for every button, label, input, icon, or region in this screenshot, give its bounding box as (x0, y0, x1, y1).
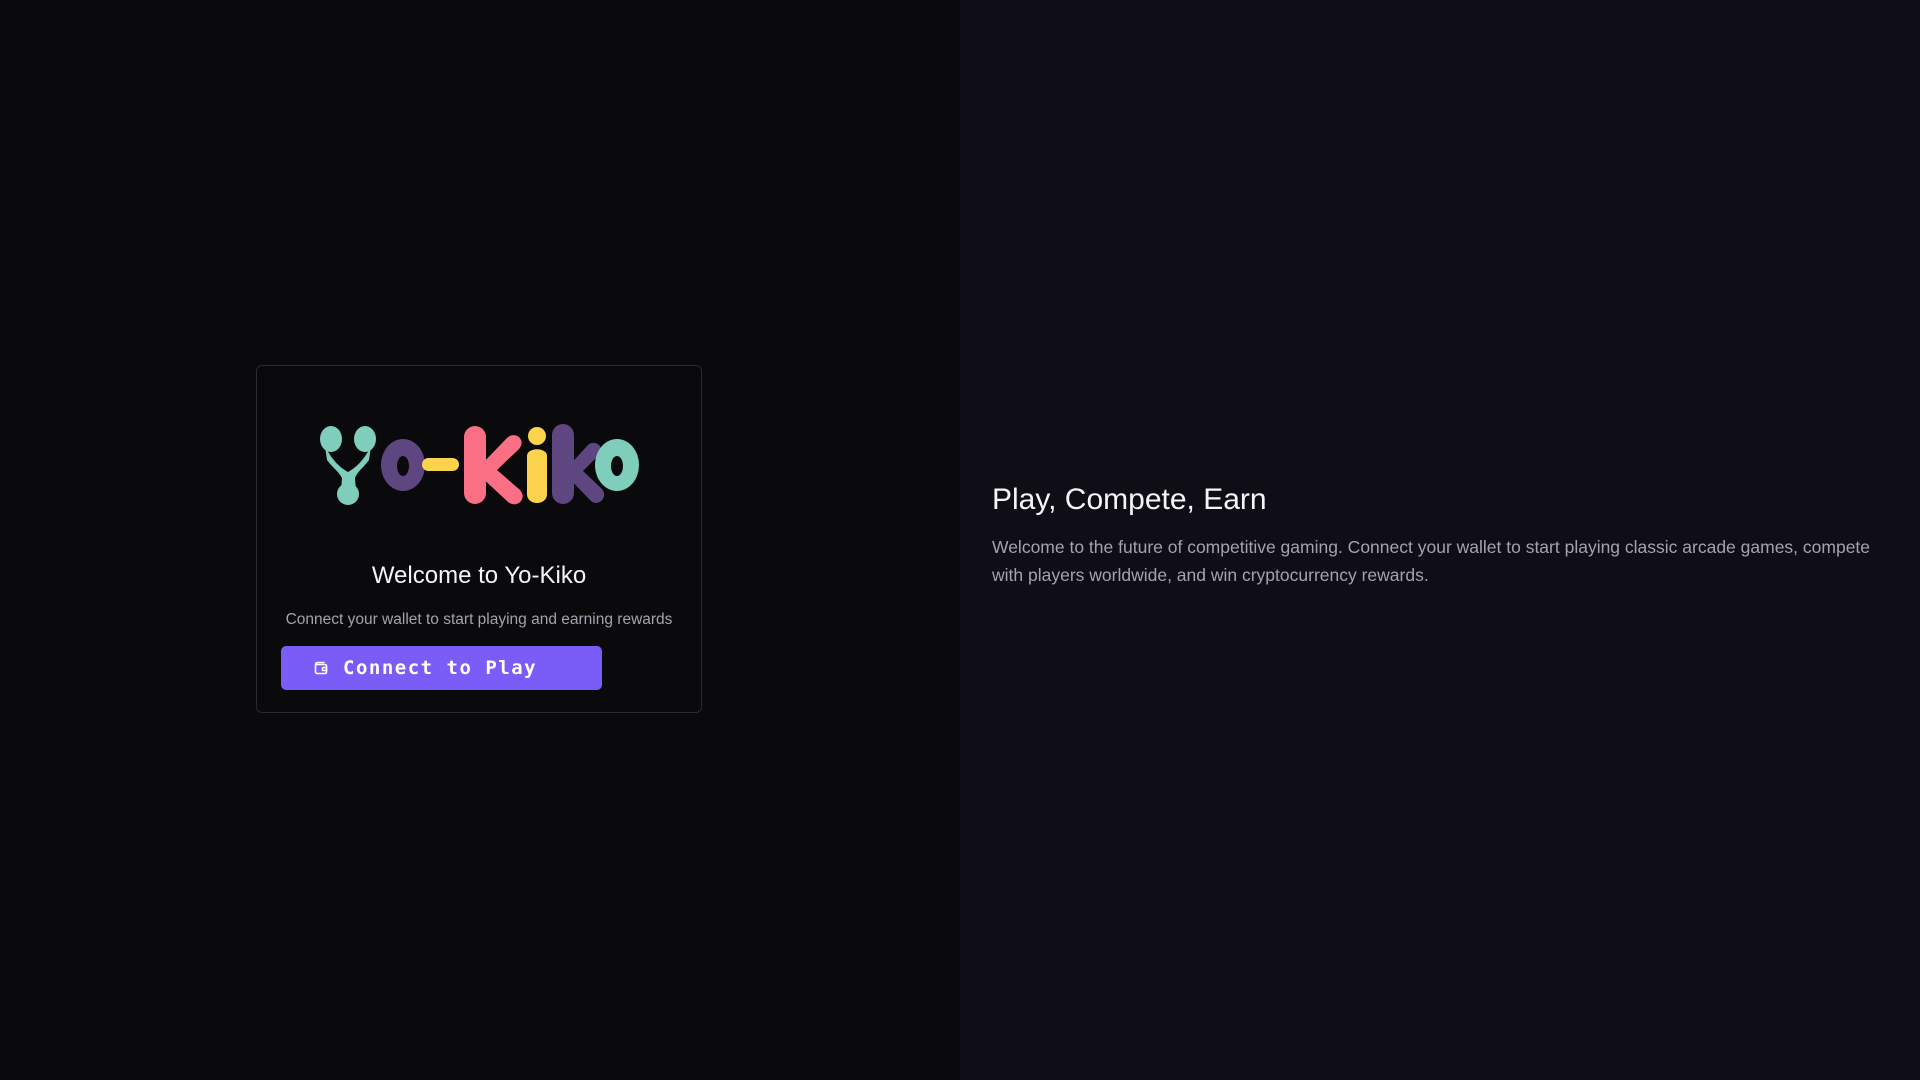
hero-pane: Play, Compete, Earn Welcome to the futur… (960, 0, 1920, 1080)
connect-to-play-button[interactable]: Connect to Play (281, 646, 602, 690)
login-card: Welcome to Yo-Kiko Connect your wallet t… (256, 365, 702, 713)
welcome-subtitle: Connect your wallet to start playing and… (285, 611, 673, 628)
app-root: Welcome to Yo-Kiko Connect your wallet t… (0, 0, 1920, 1080)
hero-content: Play, Compete, Earn Welcome to the futur… (992, 480, 1892, 589)
welcome-title: Welcome to Yo-Kiko (371, 562, 587, 589)
hero-description: Welcome to the future of competitive gam… (992, 537, 1871, 585)
yo-kiko-logo (320, 424, 639, 505)
login-pane: Welcome to Yo-Kiko Connect your wallet t… (0, 0, 960, 1080)
connect-button-label: Connect to Play (343, 657, 538, 679)
wallet-icon (313, 660, 329, 676)
hero-title: Play, Compete, Earn (992, 483, 1267, 516)
